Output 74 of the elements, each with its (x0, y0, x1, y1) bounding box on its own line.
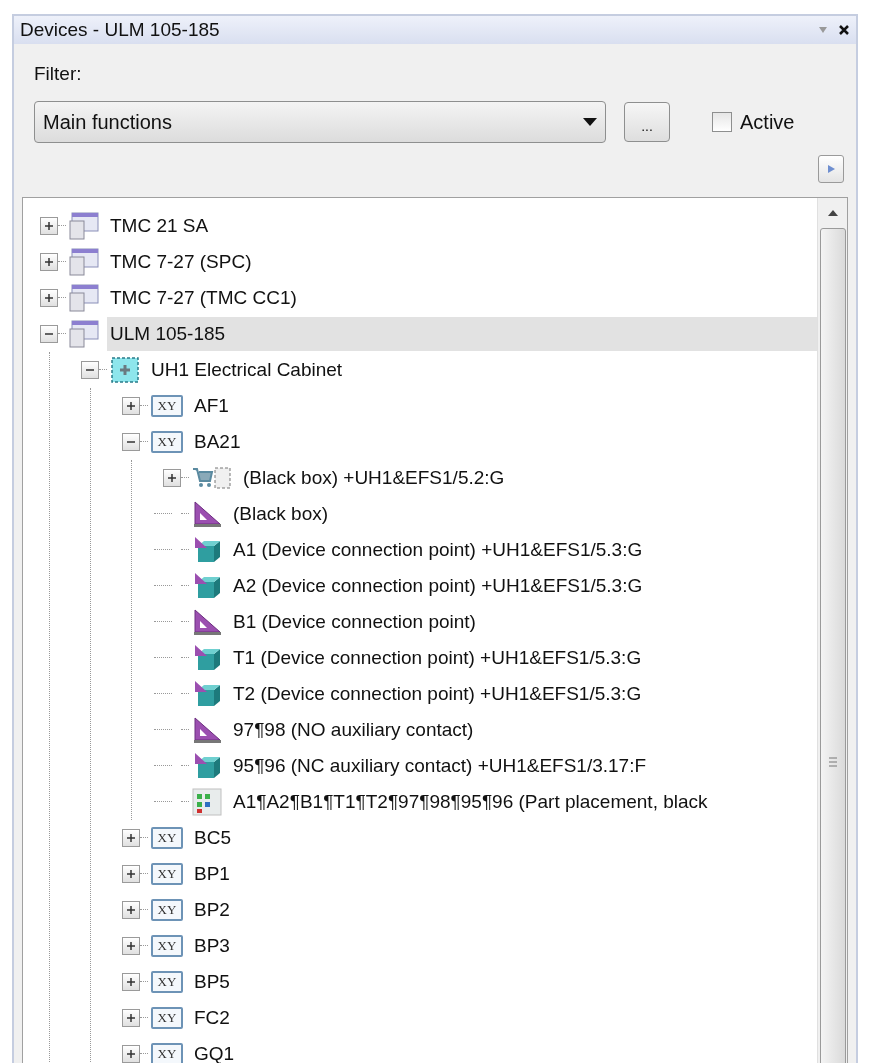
dropdown-arrow-icon (583, 117, 597, 126)
type-badge: XY (151, 970, 183, 993)
more-button[interactable]: ... (624, 101, 670, 142)
expand-icon[interactable] (40, 216, 58, 235)
cube-icon (192, 751, 222, 780)
expand-icon[interactable] (40, 288, 58, 307)
window-icon (69, 319, 99, 348)
type-badge: XY (151, 862, 183, 885)
expand-icon[interactable] (122, 396, 140, 415)
tree-item[interactable]: AF1 (191, 388, 817, 423)
grip-icon (827, 756, 838, 767)
tree-item[interactable]: ULM 105-185 (107, 316, 817, 351)
window-icon (69, 283, 99, 312)
expand-icon[interactable] (122, 864, 140, 883)
collapse-icon[interactable] (40, 324, 58, 343)
filter-dropdown[interactable]: Main functions (34, 100, 606, 143)
scroll-up-icon[interactable] (827, 209, 838, 216)
tree-item[interactable]: TMC 7-27 (TMC CC1) (107, 280, 817, 315)
window-icon (69, 211, 99, 240)
play-button[interactable] (818, 154, 844, 183)
tree-item[interactable]: BP2 (191, 892, 817, 927)
filter-label: Filter: (34, 62, 83, 86)
tree-item[interactable]: B1 (Device connection point) (230, 604, 817, 639)
cube-icon (192, 643, 222, 672)
expand-icon[interactable] (122, 900, 140, 919)
tree-item[interactable]: BP5 (191, 964, 817, 999)
type-badge: XY (151, 1006, 183, 1029)
grid-icon (192, 787, 222, 816)
play-icon (826, 163, 836, 174)
cube-icon (192, 679, 222, 708)
tree-item[interactable]: BA21 (191, 424, 817, 459)
tree-item[interactable]: A1 (Device connection point) +UH1&EFS1/5.3:G (230, 532, 817, 567)
expand-icon[interactable] (122, 1008, 140, 1027)
tree-item[interactable]: BP1 (191, 856, 817, 891)
expand-icon[interactable] (40, 252, 58, 271)
tree-item[interactable]: BP3 (191, 928, 817, 963)
collapse-icon[interactable] (81, 360, 99, 379)
tree-item[interactable]: A1¶A2¶B1¶T1¶T2¶97¶98¶95¶96 (Part placement, black (230, 784, 817, 819)
tree-item[interactable]: T1 (Device connection point) +UH1&EFS1/5.3:G (230, 640, 817, 675)
tree-item[interactable]: (Black box) +UH1&EFS1/5.2:G (240, 460, 817, 495)
expand-icon[interactable] (163, 468, 181, 487)
checkbox-label: Active (740, 109, 795, 135)
type-badge: XY (151, 430, 183, 453)
expand-icon[interactable] (122, 828, 140, 847)
set-square-icon (192, 499, 222, 528)
window-title: Devices - ULM 105-185 (20, 17, 221, 42)
tree-item[interactable]: TMC 7-27 (SPC) (107, 244, 817, 279)
tree-item[interactable]: GQ1 (191, 1036, 817, 1063)
tree-item[interactable]: UH1 Electrical Cabinet (148, 352, 817, 387)
set-square-icon (192, 607, 222, 636)
tree-item[interactable]: FC2 (191, 1000, 817, 1035)
tree-item[interactable]: A2 (Device connection point) +UH1&EFS1/5.3:G (230, 568, 817, 603)
cube-icon (192, 535, 222, 564)
tree-item[interactable]: 95¶96 (NC auxiliary contact) +UH1&EFS1/3.17:F (230, 748, 817, 783)
cabinet-icon (110, 355, 140, 384)
close-icon[interactable] (838, 24, 850, 36)
type-badge: XY (151, 934, 183, 957)
set-square-icon (192, 715, 222, 744)
tree-item[interactable]: (Black box) (230, 496, 817, 531)
type-badge: XY (151, 826, 183, 849)
tree-item[interactable]: T2 (Device connection point) +UH1&EFS1/5.3:G (230, 676, 817, 711)
expand-icon[interactable] (122, 972, 140, 991)
type-badge: XY (151, 394, 183, 417)
tree-item[interactable]: 97¶98 (NO auxiliary contact) (230, 712, 817, 747)
type-badge: XY (151, 898, 183, 921)
expand-icon[interactable] (122, 1044, 140, 1063)
collapse-icon[interactable] (122, 432, 140, 451)
tree-item[interactable]: TMC 21 SA (107, 208, 817, 243)
type-badge: XY (151, 1042, 183, 1063)
expand-icon[interactable] (122, 936, 140, 955)
tree-item[interactable]: BC5 (191, 820, 817, 855)
active-checkbox[interactable] (712, 111, 732, 132)
cube-icon (192, 571, 222, 600)
window-icon (69, 247, 99, 276)
